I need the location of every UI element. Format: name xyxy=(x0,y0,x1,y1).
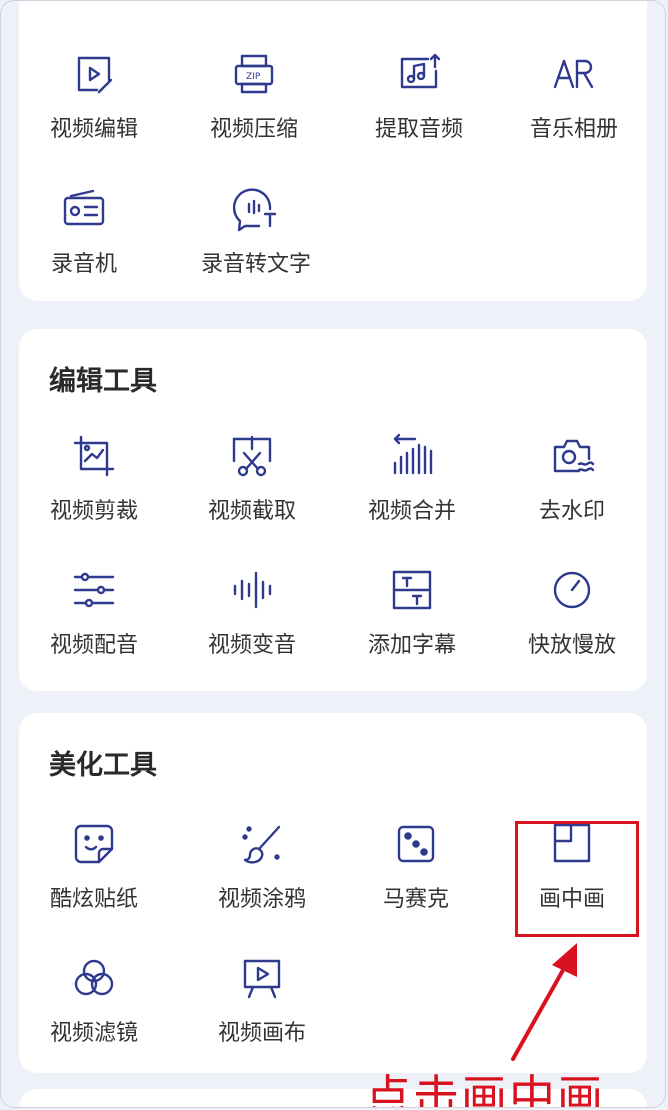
tool-video-clip[interactable]: 视频截取 xyxy=(177,433,327,525)
tool-extract-audio[interactable]: 提取音频 xyxy=(344,51,494,143)
canvas-easel-icon xyxy=(239,955,285,1001)
tool-video-compress[interactable]: ZIP 视频压缩 xyxy=(179,51,329,143)
tool-label: 音乐相册 xyxy=(529,117,618,142)
tool-label: 视频合并 xyxy=(367,499,456,524)
tool-add-subtitle[interactable]: 添加字幕 xyxy=(337,567,487,659)
tool-video-edit[interactable]: 视频编辑 xyxy=(19,51,169,143)
tool-video-merge[interactable]: 视频合并 xyxy=(337,433,487,525)
tool-label: 去水印 xyxy=(538,499,605,524)
tool-remove-watermark[interactable]: 去水印 xyxy=(497,433,647,525)
ar-album-icon xyxy=(551,51,597,97)
tool-mosaic[interactable]: 马赛克 xyxy=(341,821,491,913)
tool-music-album[interactable]: 音乐相册 xyxy=(499,51,649,143)
radio-recorder-icon xyxy=(61,186,107,232)
sliders-icon xyxy=(71,567,117,613)
tool-video-canvas[interactable]: 视频画布 xyxy=(187,955,337,1047)
svg-text:ZIP: ZIP xyxy=(246,72,261,82)
merge-bars-icon xyxy=(389,433,435,479)
crop-icon xyxy=(71,433,117,479)
tool-speech-to-text[interactable]: 录音转文字 xyxy=(181,186,331,278)
section-title: 编辑工具 xyxy=(49,366,157,397)
filter-circles-icon xyxy=(71,955,117,1001)
tool-label: 提取音频 xyxy=(374,117,463,142)
zip-compress-icon: ZIP xyxy=(231,51,277,97)
camera-watermark-icon xyxy=(549,433,595,479)
speech-to-text-icon xyxy=(232,186,279,232)
waveform-icon xyxy=(229,567,275,613)
tool-label: 马赛克 xyxy=(382,887,449,912)
tool-label: 录音机 xyxy=(50,252,117,277)
sticker-face-icon xyxy=(71,821,117,867)
tool-speed-control[interactable]: 快放慢放 xyxy=(497,567,647,659)
subtitle-icon xyxy=(389,567,435,613)
edit-tools-card: 编辑工具 视频剪裁 视频截取 视频合并 去水印 视频配音 视频变音 添加字幕 快… xyxy=(19,329,647,691)
tool-cool-stickers[interactable]: 酷炫贴纸 xyxy=(19,821,169,913)
tool-label: 录音转文字 xyxy=(200,252,311,277)
tool-label: 视频压缩 xyxy=(209,117,298,142)
tool-label: 视频配音 xyxy=(49,633,138,658)
tool-label: 快放慢放 xyxy=(527,633,616,658)
speed-gauge-icon xyxy=(549,567,595,613)
tool-label: 视频编辑 xyxy=(49,117,138,142)
tool-label: 视频涂鸦 xyxy=(217,887,306,912)
tool-label: 视频画布 xyxy=(217,1021,306,1046)
tool-label: 视频滤镜 xyxy=(49,1021,138,1046)
tool-label: 酷炫贴纸 xyxy=(49,887,138,912)
tool-video-filter[interactable]: 视频滤镜 xyxy=(19,955,169,1047)
highlight-box xyxy=(515,821,639,937)
tool-label: 视频截取 xyxy=(207,499,296,524)
tool-label: 添加字幕 xyxy=(367,633,456,658)
mosaic-dice-icon xyxy=(393,821,439,867)
extract-audio-icon xyxy=(396,51,442,97)
section-title: 美化工具 xyxy=(49,750,157,781)
tool-video-dubbing[interactable]: 视频配音 xyxy=(19,567,169,659)
video-edit-icon xyxy=(71,51,117,97)
tool-video-crop[interactable]: 视频剪裁 xyxy=(19,433,169,525)
tool-video-graffiti[interactable]: 视频涂鸦 xyxy=(187,821,337,913)
app-screen: 视频编辑 ZIP 视频压缩 提取音频 音乐相册 录音机 录音转文字 编辑工具 视… xyxy=(0,0,666,1108)
annotation-text: 点击画中画 xyxy=(365,1070,605,1108)
tool-voice-change[interactable]: 视频变音 xyxy=(177,567,327,659)
paint-brush-icon xyxy=(239,821,285,867)
tool-label: 视频剪裁 xyxy=(49,499,138,524)
media-tools-card: 视频编辑 ZIP 视频压缩 提取音频 音乐相册 录音机 录音转文字 xyxy=(19,1,649,301)
tool-recorder[interactable]: 录音机 xyxy=(9,186,159,278)
scissors-clip-icon xyxy=(229,433,275,479)
tool-label: 视频变音 xyxy=(207,633,296,658)
